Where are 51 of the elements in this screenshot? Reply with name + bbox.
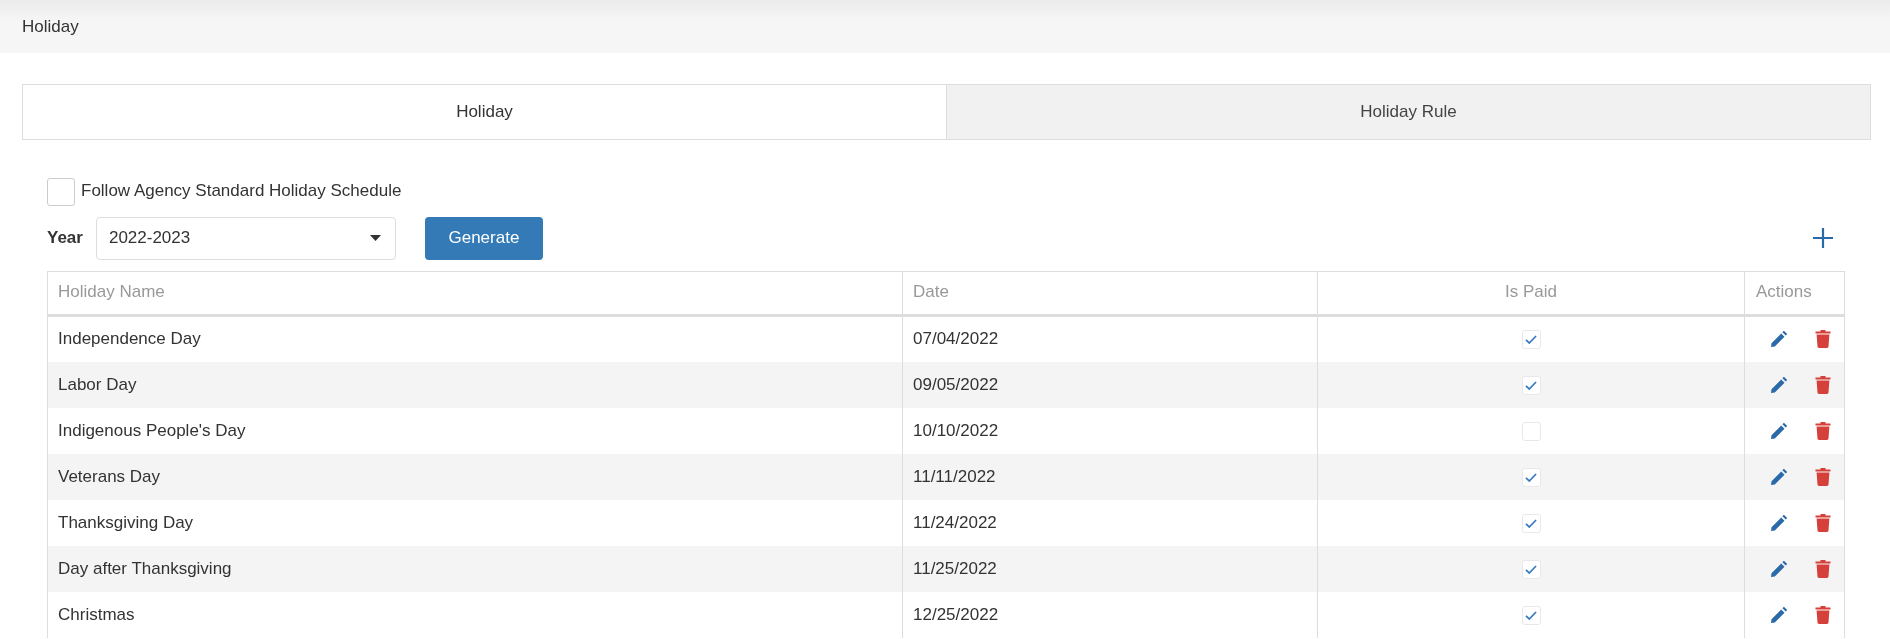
trash-icon[interactable] (1815, 467, 1831, 486)
table-cell: 10/10/2022 (902, 407, 1318, 454)
table-cell: Christmas (47, 591, 903, 638)
checkbox[interactable] (1521, 467, 1541, 487)
table-cell: Day after Thanksgiving (47, 545, 903, 592)
pencil-icon[interactable] (1770, 330, 1788, 349)
pencil-icon[interactable] (1770, 467, 1788, 486)
tab[interactable]: Holiday Rule (946, 84, 1871, 140)
page-title: Holiday (22, 16, 79, 37)
table-cell: 07/04/2022 (902, 315, 1318, 362)
table-cell: Veterans Day (47, 453, 903, 500)
pencil-icon[interactable] (1770, 421, 1788, 440)
trash-icon[interactable] (1815, 421, 1831, 440)
caret-icon (369, 235, 381, 241)
table-cell: 09/05/2022 (902, 361, 1318, 408)
checkmark-icon (1525, 517, 1537, 529)
checkbox[interactable] (1521, 559, 1541, 579)
table-cell: Labor Day (47, 361, 903, 408)
table-cell: 11/24/2022 (902, 499, 1318, 546)
pencil-icon[interactable] (1770, 605, 1788, 624)
checkbox[interactable] (1521, 513, 1541, 533)
checkbox[interactable] (1521, 330, 1541, 350)
trash-icon[interactable] (1815, 375, 1831, 394)
checkmark-icon (1525, 471, 1537, 483)
checkmark-icon (1525, 609, 1537, 621)
trash-icon[interactable] (1815, 513, 1831, 532)
checkbox[interactable] (47, 178, 75, 206)
checkbox[interactable] (1521, 605, 1541, 625)
year-dropdown[interactable]: 2022-2023 (95, 216, 396, 260)
checkmark-icon (1525, 379, 1537, 391)
pencil-icon[interactable] (1770, 375, 1788, 394)
table-cell: 11/11/2022 (902, 453, 1318, 500)
trash-icon[interactable] (1815, 559, 1831, 578)
checkmark-icon (1525, 334, 1537, 346)
trash-icon[interactable] (1815, 605, 1831, 624)
checkmark-icon (1525, 563, 1537, 575)
tab[interactable]: Holiday (22, 84, 947, 140)
checkbox-label: Follow Agency Standard Holiday Schedule (81, 181, 402, 202)
pencil-icon[interactable] (1770, 513, 1788, 532)
trash-icon[interactable] (1815, 330, 1831, 349)
table-cell: Indigenous People's Day (47, 407, 903, 454)
table-cell: Thanksgiving Day (47, 499, 903, 546)
pencil-icon[interactable] (1770, 559, 1788, 578)
dropdown-value: 2022-2023 (108, 228, 191, 248)
table-cell: Independence Day (47, 315, 903, 362)
year-label: Year (47, 228, 83, 248)
plus-icon[interactable] (1813, 228, 1833, 248)
table-cell: 12/25/2022 (902, 591, 1318, 638)
table-cell: 11/25/2022 (902, 545, 1318, 592)
generate-button[interactable]: Generate (424, 216, 543, 260)
checkbox[interactable] (1521, 375, 1541, 395)
